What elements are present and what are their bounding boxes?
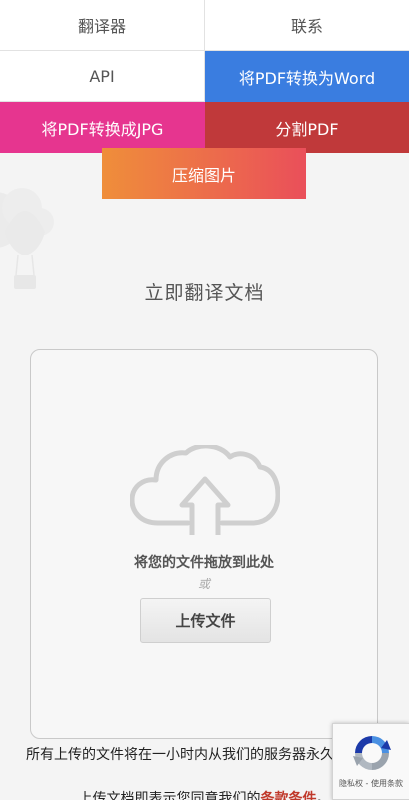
upload-file-button[interactable]: 上传文件 bbox=[140, 598, 271, 643]
nav-menu: 翻译器 联系 API 将PDF转换为Word 将PDF转换成JPG 分割PDF bbox=[0, 0, 409, 153]
deletion-notice: 所有上传的文件将在一小时内从我们的服务器永久删除。 bbox=[26, 747, 376, 763]
cloud-upload-icon bbox=[130, 445, 280, 535]
terms-suffix: 。 bbox=[316, 791, 331, 800]
recaptcha-logo-icon bbox=[353, 736, 391, 770]
or-separator: 或 bbox=[197, 577, 210, 591]
nav-pdf-to-word[interactable]: 将PDF转换为Word bbox=[205, 51, 409, 102]
file-dropzone[interactable]: 将您的文件拖放到此处 或 上传文件 bbox=[30, 349, 378, 739]
nav-api[interactable]: API bbox=[0, 51, 205, 102]
drop-instruction: 将您的文件拖放到此处 bbox=[134, 555, 274, 571]
nav-pdf-to-jpg[interactable]: 将PDF转换成JPG bbox=[0, 102, 205, 153]
terms-prefix: 上传文档即表示您同意我们的 bbox=[78, 791, 261, 800]
nav-contact[interactable]: 联系 bbox=[205, 0, 409, 51]
recaptcha-badge[interactable]: 隐私权 - 使用条款 bbox=[332, 723, 409, 800]
nav-compress-image[interactable]: 压缩图片 bbox=[102, 148, 306, 199]
recaptcha-privacy-terms[interactable]: 隐私权 - 使用条款 bbox=[333, 778, 409, 789]
nav-split-pdf[interactable]: 分割PDF bbox=[205, 102, 409, 153]
nav-translator[interactable]: 翻译器 bbox=[0, 0, 205, 51]
page: 翻译器 联系 API 将PDF转换为Word 将PDF转换成JPG 分割PDF … bbox=[0, 0, 409, 800]
page-title: 立即翻译文档 bbox=[144, 282, 265, 304]
terms-link[interactable]: 条款条件 bbox=[261, 791, 317, 800]
